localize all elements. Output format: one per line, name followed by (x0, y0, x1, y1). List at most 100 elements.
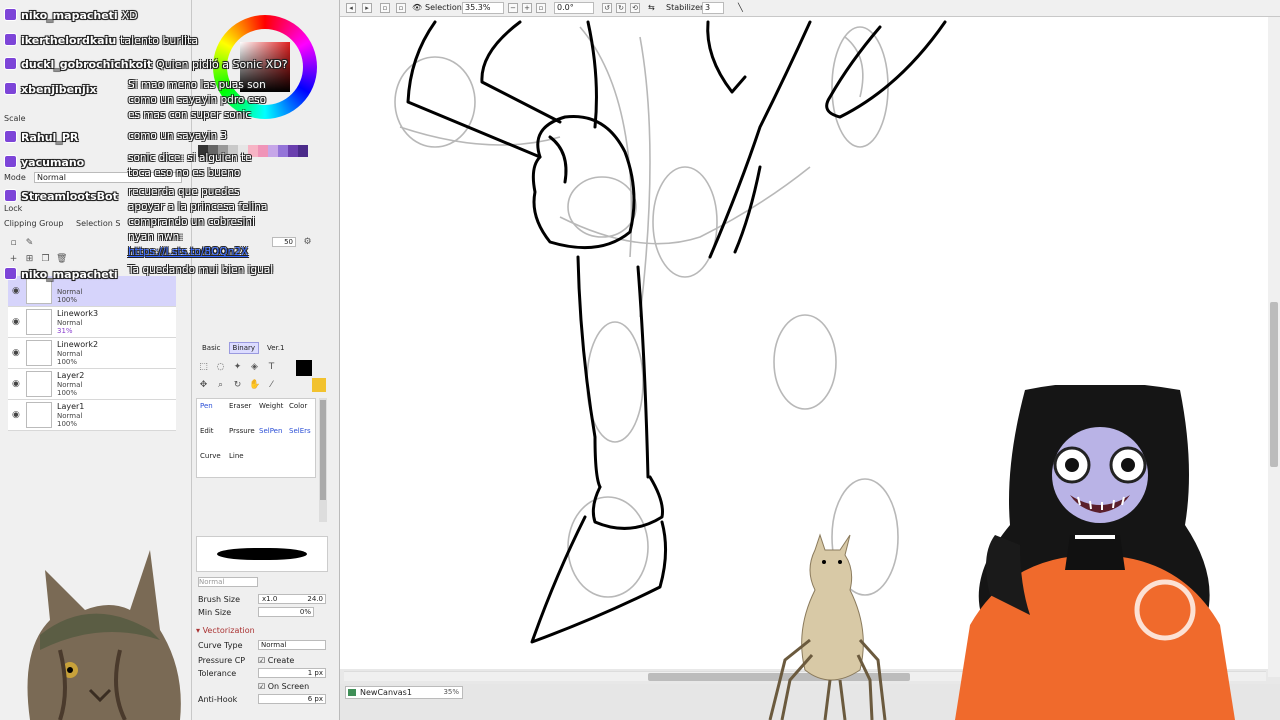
gear-icon[interactable]: ⚙ (302, 237, 313, 248)
hand-icon[interactable]: ✋ (249, 380, 260, 391)
lineart-stroke (733, 165, 762, 254)
brush-size-label: Brush Size (198, 595, 241, 604)
swatch[interactable] (218, 145, 228, 157)
swatch[interactable] (238, 145, 248, 157)
tool-curve[interactable]: Curve (200, 452, 221, 460)
eye-icon[interactable]: ◉ (12, 348, 22, 358)
scroll-thumb[interactable] (1270, 302, 1278, 467)
layer-item[interactable]: ◉ Layer1 Normal 100% (8, 400, 176, 431)
document-tab[interactable]: NewCanvas1 35% (345, 686, 463, 699)
brush-size-small-field[interactable]: 50 (272, 237, 296, 247)
layer-thumbnail (26, 278, 52, 304)
layer-item[interactable]: ◉ Normal 100% (8, 276, 176, 307)
invert-icon[interactable]: ▫ (396, 3, 406, 13)
selection-toggle[interactable]: Selection (425, 3, 462, 12)
copy-icon[interactable]: ❐ (40, 254, 51, 265)
line-tool-icon[interactable]: ╲ (738, 3, 743, 12)
brush-tool-grid: Pen Eraser Weight Color Edit Prssure Sel… (196, 398, 316, 478)
tolerance-field[interactable]: 1 px (258, 668, 326, 678)
swatch[interactable] (298, 145, 308, 157)
zoom-icon[interactable]: ⌕ (215, 380, 226, 391)
layer-item[interactable]: ◉ Linework2 Normal 100% (8, 338, 176, 369)
eye-icon[interactable]: ◉ (12, 286, 22, 296)
tool-eraser[interactable]: Eraser (229, 402, 251, 410)
anti-hook-field[interactable]: 6 px (258, 694, 326, 704)
merge-icon[interactable]: ⊞ (24, 254, 35, 265)
swatch[interactable] (248, 145, 258, 157)
tool-pressure[interactable]: Prssure (229, 427, 255, 435)
lasso-icon[interactable]: ◌ (215, 362, 226, 373)
tool-edit[interactable]: Edit (200, 427, 214, 435)
eye-icon[interactable]: ◉ (12, 317, 22, 327)
secondary-color[interactable] (312, 378, 326, 392)
selection-source-label[interactable]: Selection S (76, 219, 121, 228)
tab-ver1[interactable]: Ver.1 (263, 342, 288, 354)
color-wheel[interactable] (213, 15, 317, 119)
rect-select-icon[interactable]: ⬚ (198, 362, 209, 373)
swatch[interactable] (198, 145, 208, 157)
curve-type-select[interactable]: Normal (258, 640, 326, 650)
create-checkbox[interactable]: ☑ Create (258, 656, 294, 665)
scroll-thumb[interactable] (320, 400, 326, 500)
bucket-icon[interactable]: ◈ (249, 362, 260, 373)
deselect-icon[interactable]: ▫ (380, 3, 390, 13)
tool-line[interactable]: Line (229, 452, 244, 460)
swatch[interactable] (268, 145, 278, 157)
rotate-reset-icon[interactable]: ⟲ (630, 3, 640, 13)
redo-icon[interactable]: ▸ (362, 3, 372, 13)
tool-selpen[interactable]: SelPen (259, 427, 282, 435)
layer-name: Linework2 (57, 340, 99, 349)
rotate-icon[interactable]: ↻ (232, 380, 243, 391)
pencil-icon[interactable]: ✎ (24, 238, 35, 249)
tool-scrollbar[interactable] (319, 398, 327, 522)
layer-item[interactable]: ◉ Linework3 Normal 31% (8, 307, 176, 338)
construction-circle (586, 321, 644, 443)
eye-icon[interactable]: 👁 (412, 3, 422, 12)
blend-mode-select[interactable]: Normal (198, 577, 258, 587)
tab-binary[interactable]: Binary (228, 342, 260, 354)
move-icon[interactable]: ✥ (198, 380, 209, 391)
tool-color[interactable]: Color (289, 402, 307, 410)
tool-weight[interactable]: Weight (259, 402, 283, 410)
min-size-field[interactable]: 0% (258, 607, 314, 617)
primary-color[interactable] (296, 360, 312, 376)
new-layer-icon[interactable]: ▫ (8, 238, 19, 249)
on-screen-checkbox[interactable]: ☑ On Screen (258, 682, 309, 691)
construction-circle (652, 166, 718, 278)
lock-label: Lock (4, 204, 23, 213)
swatch[interactable] (278, 145, 288, 157)
mode-select[interactable]: Normal (34, 172, 182, 183)
rotation-field[interactable]: 0.0° (554, 2, 594, 14)
rotate-left-icon[interactable]: ↺ (602, 3, 612, 13)
zoom-field[interactable]: 35.3% (462, 2, 504, 14)
eye-icon[interactable]: ◉ (12, 379, 22, 389)
brush-size-slider[interactable]: x1.0 24.0 (258, 594, 326, 604)
tab-basic[interactable]: Basic (198, 342, 225, 354)
zoom-out-icon[interactable]: − (508, 3, 518, 13)
add-icon[interactable]: + (8, 254, 19, 265)
trash-icon[interactable]: 🗑 (56, 254, 67, 265)
tool-selers[interactable]: SelErs (289, 427, 311, 435)
flip-icon[interactable]: ⇆ (648, 3, 655, 12)
zoom-fit-icon[interactable]: ▫ (536, 3, 546, 13)
rotate-right-icon[interactable]: ↻ (616, 3, 626, 13)
wand-icon[interactable]: ✦ (232, 362, 243, 373)
tool-pen[interactable]: Pen (200, 402, 213, 410)
clipping-group-label[interactable]: Clipping Group (4, 219, 63, 228)
construction-circle (567, 496, 649, 598)
swatch[interactable] (258, 145, 268, 157)
eyedropper-icon[interactable]: ⁄ (266, 380, 277, 391)
stabilizer-select[interactable]: 3 (702, 2, 724, 14)
layer-item[interactable]: ◉ Layer2 Normal 100% (8, 369, 176, 400)
saturation-square[interactable] (240, 42, 290, 92)
swatch[interactable] (228, 145, 238, 157)
undo-icon[interactable]: ◂ (346, 3, 356, 13)
layer-opacity: 100% (57, 296, 78, 304)
vectorization-header[interactable]: ▾ Vectorization (196, 626, 255, 635)
swatch[interactable] (208, 145, 218, 157)
eye-icon[interactable]: ◉ (12, 410, 22, 420)
text-icon[interactable]: T (266, 362, 277, 373)
swatch[interactable] (288, 145, 298, 157)
vertical-scrollbar[interactable] (1268, 17, 1280, 677)
zoom-in-icon[interactable]: + (522, 3, 532, 13)
